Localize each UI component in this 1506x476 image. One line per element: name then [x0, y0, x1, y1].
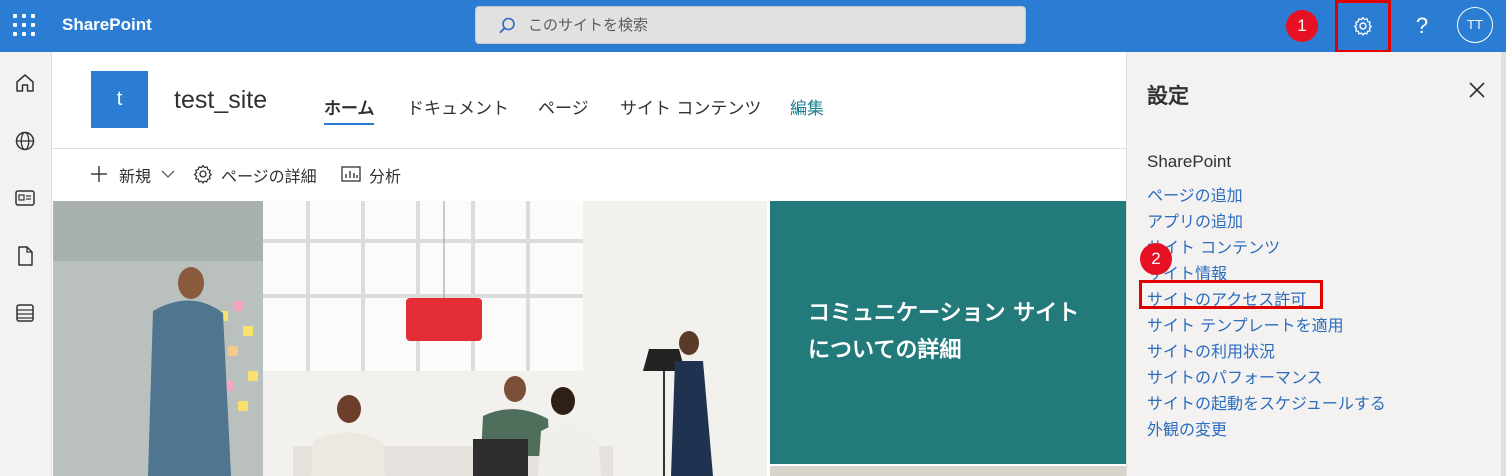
site-logo[interactable]: t	[91, 71, 148, 128]
settings-title: 設定	[1147, 84, 1189, 108]
hero-tile-secondary[interactable]	[770, 466, 1126, 476]
app-launcher-icon[interactable]	[12, 13, 36, 37]
step-badge-1: 1	[1286, 10, 1318, 42]
site-performance-link[interactable]: サイトのパフォーマンス	[1147, 364, 1323, 388]
nav-active-indicator	[324, 123, 374, 125]
change-look-link[interactable]: 外観の変更	[1147, 416, 1227, 440]
news-icon[interactable]	[14, 187, 36, 209]
search-icon	[499, 17, 515, 34]
hero-photo	[53, 201, 767, 476]
settings-section-heading: SharePoint	[1147, 152, 1232, 171]
settings-panel: 設定 SharePoint ページの追加 アプリの追加 サイト コンテンツ サイ…	[1126, 52, 1506, 476]
apply-site-template-link[interactable]: サイト テンプレートを適用	[1147, 312, 1344, 336]
site-usage-link[interactable]: サイトの利用状況	[1147, 338, 1275, 362]
page-details-button[interactable]: ページの詳細	[221, 163, 317, 187]
site-title[interactable]: test_site	[174, 86, 267, 115]
close-icon[interactable]	[1467, 80, 1487, 100]
app-name[interactable]: SharePoint	[62, 15, 152, 35]
analytics-icon	[341, 166, 361, 182]
search-box[interactable]	[475, 6, 1026, 44]
add-app-link[interactable]: アプリの追加	[1147, 208, 1243, 232]
nav-edit[interactable]: 編集	[790, 94, 824, 119]
left-rail	[0, 52, 52, 476]
list-icon[interactable]	[14, 302, 36, 324]
help-button[interactable]: ?	[1404, 8, 1440, 44]
nav-home[interactable]: ホーム	[324, 94, 375, 119]
chevron-down-icon[interactable]	[161, 169, 175, 179]
file-icon[interactable]	[14, 245, 36, 267]
add-page-link[interactable]: ページの追加	[1147, 182, 1243, 206]
avatar[interactable]: TT	[1457, 7, 1493, 43]
gear-icon	[194, 164, 212, 184]
gear-icon	[1353, 16, 1372, 36]
hero-tile[interactable]: コミュニケーション サイトについての詳細	[770, 201, 1126, 464]
hero-image[interactable]	[53, 201, 767, 476]
nav-pages[interactable]: ページ	[538, 94, 589, 119]
step-badge-2: 2	[1140, 243, 1172, 275]
settings-button[interactable]	[1335, 0, 1391, 53]
highlight-box-permissions	[1139, 280, 1323, 309]
new-button[interactable]: 新規	[119, 163, 151, 187]
search-input[interactable]	[528, 13, 1008, 37]
header-divider	[53, 148, 1126, 149]
nav-documents[interactable]: ドキュメント	[407, 94, 509, 119]
globe-icon[interactable]	[14, 130, 36, 152]
schedule-site-launch-link[interactable]: サイトの起動をスケジュールする	[1147, 390, 1386, 414]
nav-site-contents[interactable]: サイト コンテンツ	[620, 94, 761, 119]
suite-bar: SharePoint 1 ? TT	[0, 0, 1506, 53]
panel-scrollbar[interactable]	[1501, 52, 1506, 476]
analytics-button[interactable]: 分析	[369, 163, 401, 187]
plus-icon[interactable]	[90, 165, 108, 183]
home-icon[interactable]	[14, 72, 36, 94]
hero-tile-text: コミュニケーション サイトについての詳細	[808, 301, 1080, 363]
